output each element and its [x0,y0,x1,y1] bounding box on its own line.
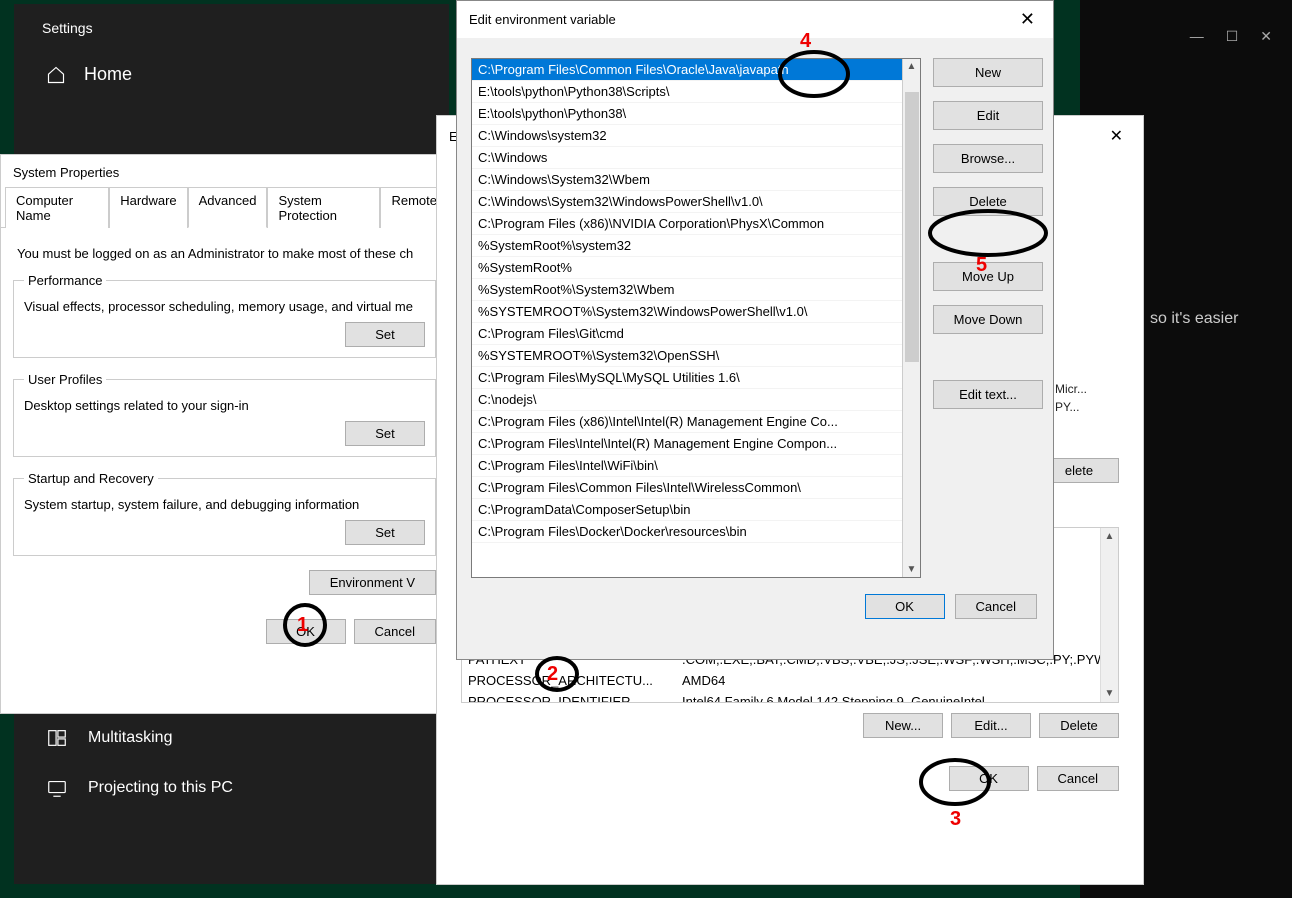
path-item[interactable]: E:\tools\python\Python38\Scripts\ [472,81,920,103]
maximize-icon[interactable]: ☐ [1226,28,1239,45]
path-item[interactable]: C:\Program Files\Common Files\Oracle\Jav… [472,59,920,81]
pathlist-scrollbar[interactable]: ▲ ▼ [902,59,920,577]
group-startup-recovery: Startup and Recovery System startup, sys… [13,471,436,556]
sysvar-row[interactable]: PROCESSOR_IDENTIFIER Intel64 Family 6 Mod… [462,691,1118,703]
path-item[interactable]: %SystemRoot%\system32 [472,235,920,257]
envwin-cancel-button[interactable]: Cancel [1037,766,1119,791]
editdlg-ok-button[interactable]: OK [865,594,945,619]
path-item[interactable]: %SystemRoot%\System32\Wbem [472,279,920,301]
sysprops-tabs: Computer Name Hardware Advanced System P… [1,186,448,228]
tab-computer-name[interactable]: Computer Name [5,187,109,228]
close-icon[interactable]: ✕ [1260,28,1272,45]
group-performance-legend: Performance [24,273,106,288]
settings-home-label: Home [84,64,132,85]
path-item[interactable]: %SystemRoot% [472,257,920,279]
path-new-button[interactable]: New [933,58,1043,87]
path-edit-button[interactable]: Edit [933,101,1043,130]
sysvar-name: PROCESSOR_ARCHITECTU... [468,673,668,688]
path-item[interactable]: C:\Program Files\Intel\WiFi\bin\ [472,455,920,477]
path-item[interactable]: C:\Program Files\Intel\Intel(R) Manageme… [472,433,920,455]
tab-system-protection[interactable]: System Protection [267,187,380,228]
path-delete-button[interactable]: Delete [933,187,1043,216]
sysvar-value: AMD64 [682,673,1112,688]
performance-settings-button[interactable]: Set [345,322,425,347]
path-item[interactable]: C:\Program Files\MySQL\MySQL Utilities 1… [472,367,920,389]
sysvars-new-button[interactable]: New... [863,713,943,738]
settings-title: Settings [14,4,449,46]
scrollbar-thumb[interactable] [905,92,919,362]
projecting-icon [46,777,68,799]
scroll-up-icon[interactable]: ▲ [1105,528,1115,545]
environment-variables-button[interactable]: Environment V [309,570,436,595]
sidebar-item-label: Multitasking [88,729,172,747]
sysvar-scrollbar[interactable]: ▲ ▼ [1100,528,1118,702]
path-item[interactable]: C:\nodejs\ [472,389,920,411]
editdlg-title: Edit environment variable [469,12,616,27]
path-item[interactable]: %SYSTEMROOT%\System32\WindowsPowerShell\… [472,301,920,323]
peek-row: Micr... [1055,380,1133,398]
scroll-down-icon[interactable]: ▼ [1105,685,1115,702]
tab-hardware[interactable]: Hardware [109,187,187,228]
edit-env-var-dialog: Edit environment variable ✕ C:\Program F… [456,0,1054,660]
user-var-peek: Micr... PY... [1055,200,1133,416]
minimize-icon[interactable]: — [1190,28,1204,44]
tab-advanced[interactable]: Advanced [188,187,268,228]
envwin-close-icon[interactable]: ✕ [1100,124,1133,148]
path-moveup-button[interactable]: Move Up [933,262,1043,291]
editdlg-side-buttons: New Edit Browse... Delete Move Up Move D… [933,58,1043,578]
sidebar-item-multitasking[interactable]: Multitasking [14,713,449,763]
sysvars-edit-button[interactable]: Edit... [951,713,1031,738]
home-icon [46,65,66,85]
path-list[interactable]: C:\Program Files\Common Files\Oracle\Jav… [471,58,921,578]
scroll-down-icon[interactable]: ▼ [907,562,917,577]
path-item[interactable]: C:\Program Files\Common Files\Intel\Wire… [472,477,920,499]
sysvar-row[interactable]: PROCESSOR_ARCHITECTU... AMD64 [462,670,1118,691]
userprof-desc: Desktop settings related to your sign-in [24,398,425,413]
path-item[interactable]: C:\Program Files (x86)\Intel\Intel(R) Ma… [472,411,920,433]
path-edittext-button[interactable]: Edit text... [933,380,1043,409]
path-item[interactable]: E:\tools\python\Python38\ [472,103,920,125]
path-item[interactable]: C:\Windows\system32 [472,125,920,147]
sysprops-cancel-button[interactable]: Cancel [354,619,436,644]
editdlg-titlebar: Edit environment variable ✕ [457,1,1053,38]
scroll-up-icon[interactable]: ▲ [907,59,917,74]
path-item[interactable]: C:\Windows\System32\Wbem [472,169,920,191]
path-browse-button[interactable]: Browse... [933,144,1043,173]
editdlg-cancel-button[interactable]: Cancel [955,594,1037,619]
envwin-ok-button[interactable]: OK [949,766,1029,791]
path-item[interactable]: C:\Program Files\Docker\Docker\resources… [472,521,920,543]
path-item[interactable]: C:\ProgramData\ComposerSetup\bin [472,499,920,521]
userprof-settings-button[interactable]: Set [345,421,425,446]
group-startup-legend: Startup and Recovery [24,471,158,486]
path-item[interactable]: %SYSTEMROOT%\System32\OpenSSH\ [472,345,920,367]
sysvar-name: PROCESSOR_IDENTIFIER [468,694,668,703]
path-item[interactable]: C:\Windows\System32\WindowsPowerShell\v1… [472,191,920,213]
performance-desc: Visual effects, processor scheduling, me… [24,299,425,314]
sysvars-delete-button[interactable]: Delete [1039,713,1119,738]
sidebar-item-label: Projecting to this PC [88,779,233,797]
sysprops-title: System Properties [1,155,448,186]
path-item[interactable]: C:\Program Files\Git\cmd [472,323,920,345]
dark-window-frame: — ☐ ✕ [1080,20,1292,52]
path-item[interactable]: C:\Windows [472,147,920,169]
path-movedown-button[interactable]: Move Down [933,305,1043,334]
group-user-profiles: User Profiles Desktop settings related t… [13,372,436,457]
startup-settings-button[interactable]: Set [345,520,425,545]
group-userprof-legend: User Profiles [24,372,106,387]
editdlg-close-icon[interactable]: ✕ [1010,7,1045,32]
settings-home[interactable]: Home [14,46,449,101]
sysvars-button-row: New... Edit... Delete [437,711,1143,750]
sidebar-item-projecting[interactable]: Projecting to this PC [14,763,449,813]
path-item[interactable]: C:\Program Files (x86)\NVIDIA Corporatio… [472,213,920,235]
sysprops-ok-button[interactable]: OK [266,619,346,644]
multitasking-icon [46,727,68,749]
peek-row: PY... [1055,398,1133,416]
sysprops-admin-text: You must be logged on as an Administrato… [17,246,434,261]
background-text: so it's easier [1150,310,1238,328]
system-properties-window: System Properties Computer Name Hardware… [0,154,449,714]
sysvar-value: Intel64 Family 6 Model 142 Stepping 9, G… [682,694,1112,703]
group-performance: Performance Visual effects, processor sc… [13,273,436,358]
startup-desc: System startup, system failure, and debu… [24,497,425,512]
